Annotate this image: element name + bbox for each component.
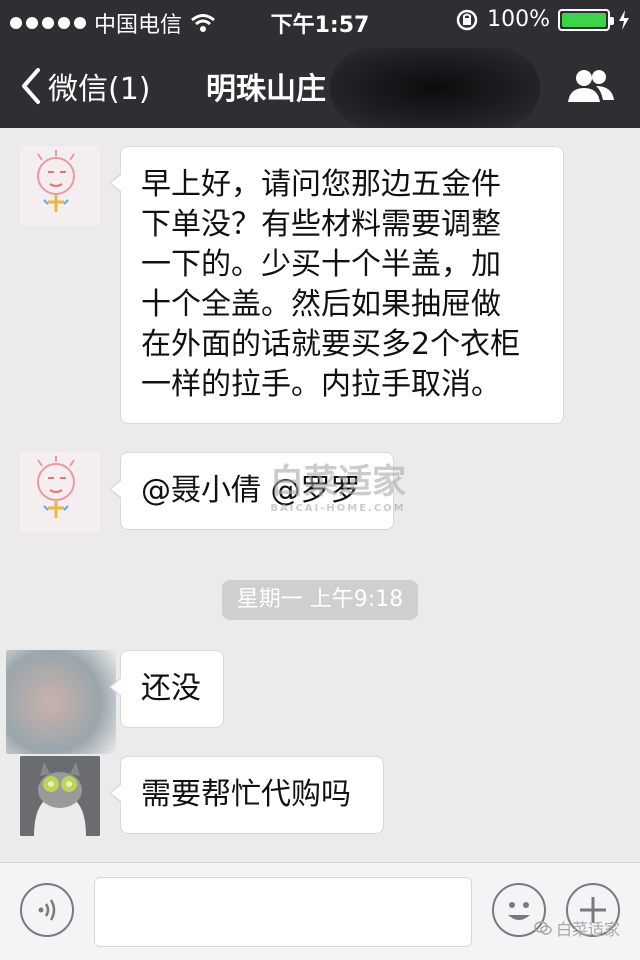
status-bar: 中国电信 下午1:57 100% [0,0,640,40]
watermark-text: 白菜适家 [270,462,406,502]
battery-icon [558,8,614,31]
branding-text: 白菜适家 [555,920,620,939]
battery-percent: 100% [487,7,550,32]
watermark: 白菜适家 BAICAI-HOME.COM [258,454,418,514]
back-button[interactable]: 微信(1) [18,64,151,108]
cat-avatar[interactable] [20,756,100,836]
message-line: 在外面的话就要买多2个衣柜 [141,327,521,362]
charging-icon [619,9,629,30]
message-bubble[interactable]: 早上好，请问您那边五金件 下单没？有些材料需要调整 一下的。少买十个半盖，加 十… [109,146,564,424]
input-bar: 白菜适家 [0,862,640,960]
message-line: 还没 [141,671,201,706]
message-line: 一样的拉手。内拉手取消。 [141,367,501,402]
branding: 白菜适家 [534,916,620,940]
message-bubble[interactable]: 还没 [109,650,224,728]
voice-icon[interactable] [20,883,74,937]
status-right: 100% [455,7,630,32]
redaction-smudge [330,48,540,128]
blurred-avatar[interactable] [6,650,116,754]
message-line: 需要帮忙代购吗 [141,777,351,812]
message-line: 下单没？有些材料需要调整 [141,207,501,242]
message-line: 一下的。少买十个半盖，加 [141,247,501,282]
back-chevron-icon [22,68,40,104]
message-line: 十个全盖。然后如果抽屉做 [141,287,501,322]
contacts-icon[interactable] [566,66,616,106]
drawing-avatar[interactable] [20,146,100,226]
timestamp-pill: 星期一 上午9:18 [222,580,418,620]
nav-bar: 微信(1) 明珠山庄 [0,40,640,128]
back-label: 微信(1) [48,72,151,107]
message-line: 早上好，请问您那边五金件 [141,167,501,202]
message-input[interactable] [94,877,472,947]
watermark-subtext: BAICAI-HOME.COM [270,503,406,514]
drawing-avatar[interactable] [20,452,100,532]
chat-title: 明珠山庄 [206,72,326,107]
wechat-logo-icon [534,921,552,935]
chat-area[interactable]: 早上好，请问您那边五金件 下单没？有些材料需要调整 一下的。少买十个半盖，加 十… [0,128,640,862]
rotation-lock-icon [456,9,478,30]
message-bubble[interactable]: 需要帮忙代购吗 [109,756,384,834]
